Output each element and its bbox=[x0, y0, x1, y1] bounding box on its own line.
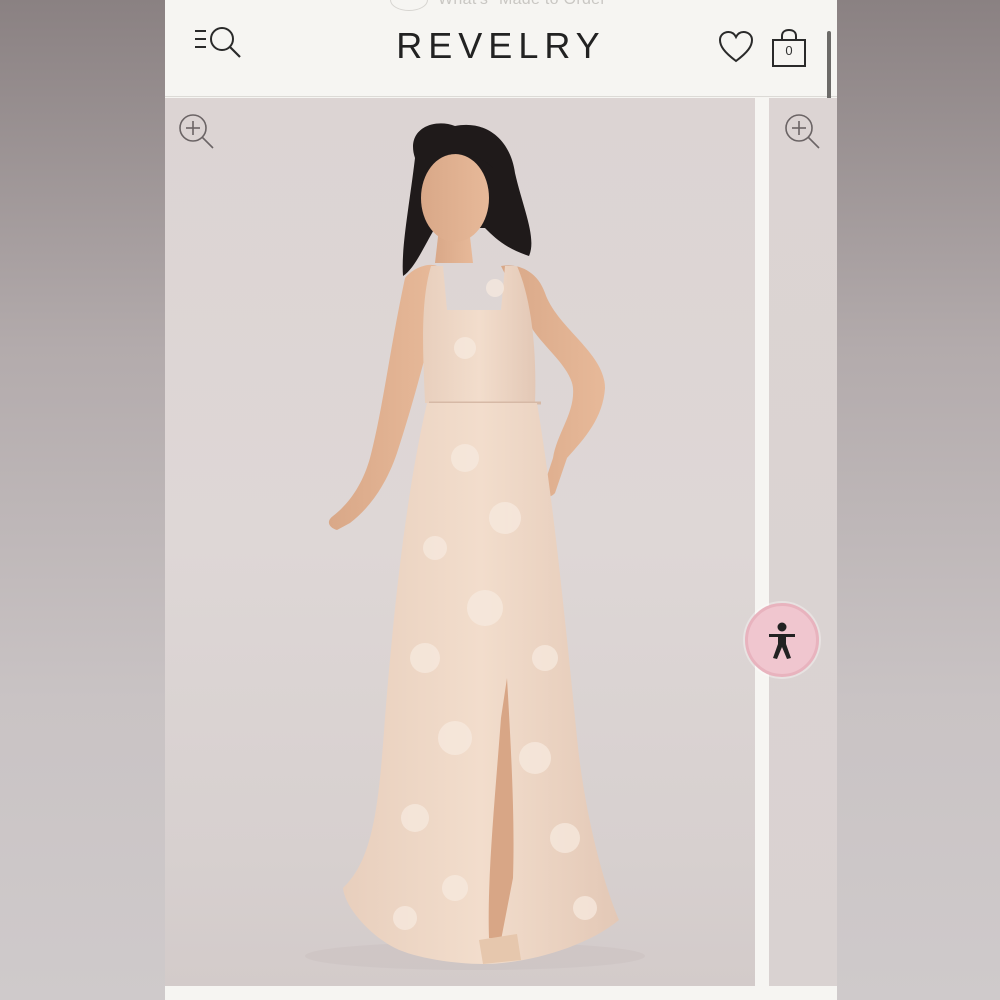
model-dress-photo bbox=[305, 123, 645, 970]
accessibility-button[interactable] bbox=[745, 603, 819, 677]
accessibility-icon bbox=[769, 622, 795, 659]
product-image-main[interactable] bbox=[165, 98, 755, 986]
phone-screen: What's "Made to Order" REVELRY 0 bbox=[165, 0, 837, 1000]
question-icon bbox=[390, 0, 429, 11]
scrollbar[interactable] bbox=[827, 31, 831, 105]
bag-count: 0 bbox=[785, 43, 793, 58]
heart-icon[interactable] bbox=[718, 30, 754, 64]
site-header: What's "Made to Order" REVELRY 0 bbox=[165, 0, 837, 97]
product-image-next[interactable] bbox=[769, 98, 837, 986]
zoom-in-icon[interactable] bbox=[783, 112, 823, 152]
made-to-order-banner[interactable]: What's "Made to Order" bbox=[165, 0, 837, 11]
backdrop-right bbox=[837, 0, 1000, 1000]
zoom-in-icon[interactable] bbox=[177, 112, 217, 152]
shopping-bag-icon[interactable]: 0 bbox=[771, 28, 807, 68]
promo-text: What's "Made to Order" bbox=[438, 0, 612, 8]
backdrop-left bbox=[0, 0, 165, 1000]
